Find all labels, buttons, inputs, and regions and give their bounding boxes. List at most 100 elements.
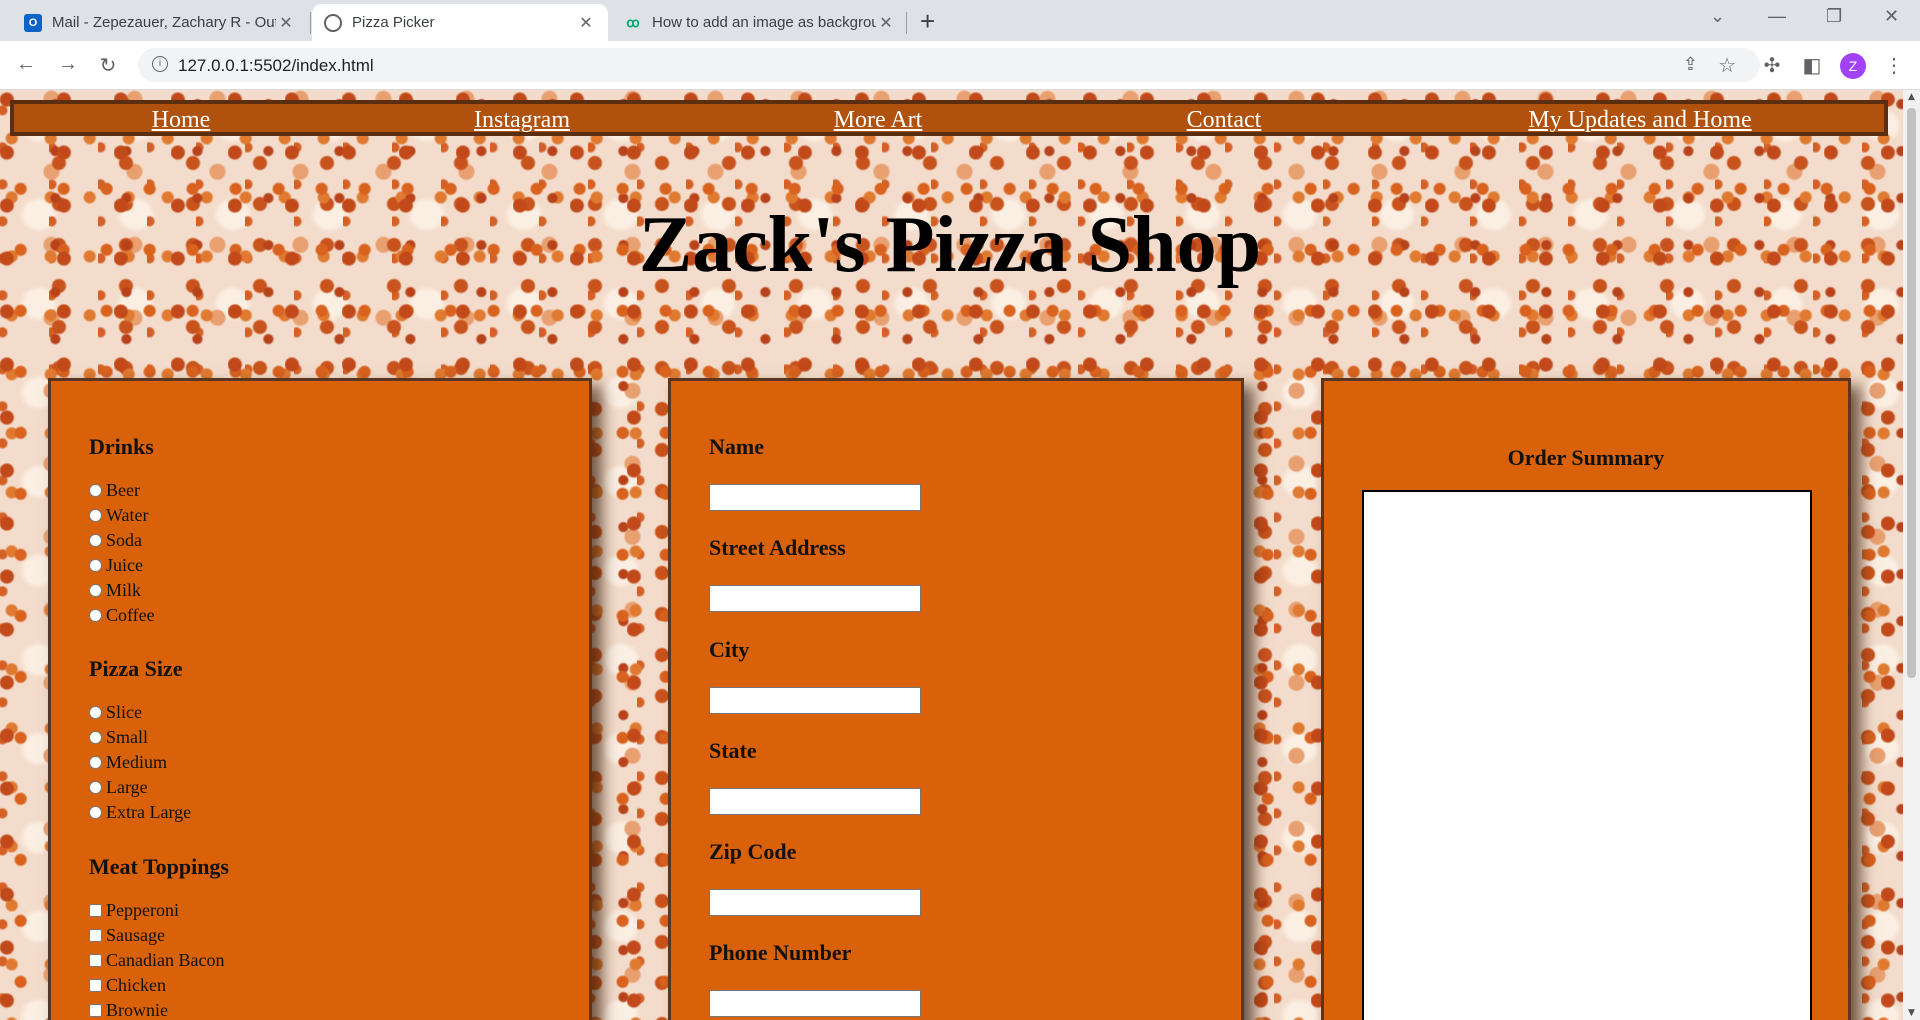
size-radio[interactable] <box>89 756 102 769</box>
drink-radio[interactable] <box>89 509 102 522</box>
order-summary-textarea[interactable] <box>1362 490 1812 1020</box>
drink-radio[interactable] <box>89 609 102 622</box>
meat-option[interactable]: Brownie <box>89 998 229 1020</box>
city-input[interactable] <box>709 687 921 714</box>
profile-avatar[interactable]: Z <box>1840 53 1866 79</box>
meat-option[interactable]: Pepperoni <box>89 898 229 923</box>
scroll-up-arrow-icon[interactable]: ▲ <box>1903 92 1920 102</box>
tab-title: Mail - Zepezauer, Zachary R - Outlook <box>52 14 276 31</box>
drink-option[interactable]: Milk <box>89 578 155 603</box>
size-option[interactable]: Slice <box>89 700 191 725</box>
pizza-size-section: Pizza Size Slice Small Medium Large Extr… <box>89 656 191 825</box>
meat-toppings-heading: Meat Toppings <box>89 854 229 879</box>
size-radio[interactable] <box>89 731 102 744</box>
nav-link-more-art[interactable]: More Art <box>834 107 923 134</box>
close-icon[interactable]: ✕ <box>876 13 896 33</box>
new-tab-icon[interactable]: + <box>920 6 935 37</box>
close-icon[interactable]: ✕ <box>576 13 596 33</box>
name-input[interactable] <box>709 484 921 511</box>
tab-separator <box>310 12 311 34</box>
scrollbar-thumb[interactable] <box>1907 108 1916 678</box>
minimize-icon[interactable]: — <box>1768 6 1786 27</box>
drink-radio[interactable] <box>89 559 102 572</box>
customer-info-panel: Name Street Address City State Zip Code … <box>668 378 1244 1020</box>
drinks-heading: Drinks <box>89 434 154 459</box>
meat-checkbox[interactable] <box>89 904 102 917</box>
meat-option[interactable]: Chicken <box>89 973 229 998</box>
meat-checkbox[interactable] <box>89 979 102 992</box>
url-text[interactable]: 127.0.0.1:5502/index.html <box>178 56 374 76</box>
meat-checkbox[interactable] <box>89 1004 102 1017</box>
phone-number-label: Phone Number <box>709 940 852 965</box>
meat-checkbox[interactable] <box>89 929 102 942</box>
size-option[interactable]: Medium <box>89 750 191 775</box>
tab-search-icon[interactable]: ⌄ <box>1710 6 1725 27</box>
tab-title: How to add an image as background <box>652 14 876 31</box>
page-scrollbar[interactable]: ▲ ▼ <box>1903 90 1920 1020</box>
meat-option[interactable]: Sausage <box>89 923 229 948</box>
drink-option[interactable]: Water <box>89 503 155 528</box>
meat-option[interactable]: Canadian Bacon <box>89 948 229 973</box>
drink-option[interactable]: Soda <box>89 528 155 553</box>
site-nav: Home Instagram More Art Contact My Updat… <box>10 100 1888 136</box>
drink-option[interactable]: Juice <box>89 553 155 578</box>
drink-radio[interactable] <box>89 584 102 597</box>
page-viewport: Home Instagram More Art Contact My Updat… <box>0 90 1920 1020</box>
street-address-input[interactable] <box>709 585 921 612</box>
bookmark-star-icon[interactable]: ☆ <box>1718 53 1736 78</box>
drink-radio[interactable] <box>89 484 102 497</box>
address-bar[interactable]: i 127.0.0.1:5502/index.html ⇪ ☆ <box>138 48 1760 82</box>
share-icon[interactable]: ⇪ <box>1683 54 1698 75</box>
nav-link-updates[interactable]: My Updates and Home <box>1528 107 1751 134</box>
size-option[interactable]: Extra Large <box>89 800 191 825</box>
tab-outlook[interactable]: O Mail - Zepezauer, Zachary R - Outlook … <box>12 4 308 41</box>
tab-title: Pizza Picker <box>352 14 435 31</box>
drinks-section: Drinks Beer Water Soda Juice Milk Coffee <box>89 434 155 628</box>
pizza-size-heading: Pizza Size <box>89 656 183 681</box>
state-input[interactable] <box>709 788 921 815</box>
meat-toppings-section: Meat Toppings Pepperoni Sausage Canadian… <box>89 854 229 1020</box>
city-label: City <box>709 637 750 662</box>
zip-code-input[interactable] <box>709 889 921 916</box>
meat-checkbox[interactable] <box>89 954 102 967</box>
reload-icon[interactable]: ↻ <box>96 53 120 78</box>
nav-link-instagram[interactable]: Instagram <box>474 107 570 134</box>
nav-link-home[interactable]: Home <box>152 107 211 134</box>
tab-w3schools[interactable]: ꝏ How to add an image as background ✕ <box>612 4 908 41</box>
side-panel-icon[interactable]: ◧ <box>1800 53 1824 78</box>
outlook-icon: O <box>24 13 42 32</box>
menu-kebab-icon[interactable]: ⋮ <box>1882 53 1906 78</box>
drink-radio[interactable] <box>89 534 102 547</box>
tab-bar: O Mail - Zepezauer, Zachary R - Outlook … <box>0 0 1920 41</box>
scroll-down-arrow-icon[interactable]: ▼ <box>1903 1008 1920 1018</box>
size-option[interactable]: Large <box>89 775 191 800</box>
order-summary-heading: Order Summary <box>1507 445 1665 470</box>
order-summary-panel: Order Summary <box>1321 378 1851 1020</box>
zip-code-label: Zip Code <box>709 839 797 864</box>
nav-link-contact[interactable]: Contact <box>1187 107 1262 134</box>
size-option[interactable]: Small <box>89 725 191 750</box>
options-panel: Drinks Beer Water Soda Juice Milk Coffee… <box>48 378 592 1020</box>
drink-option[interactable]: Coffee <box>89 603 155 628</box>
size-radio[interactable] <box>89 706 102 719</box>
state-label: State <box>709 738 757 763</box>
drink-option[interactable]: Beer <box>89 478 155 503</box>
size-radio[interactable] <box>89 806 102 819</box>
restore-icon[interactable]: ❐ <box>1826 6 1842 27</box>
browser-toolbar: ← → ↻ i 127.0.0.1:5502/index.html ⇪ ☆ ✣ … <box>0 41 1920 90</box>
phone-number-input[interactable] <box>709 990 921 1017</box>
globe-icon <box>324 13 342 32</box>
name-label: Name <box>709 434 764 459</box>
site-info-icon[interactable]: i <box>152 56 168 72</box>
close-icon[interactable]: ✕ <box>276 13 296 33</box>
w3schools-icon: ꝏ <box>626 14 640 30</box>
back-icon[interactable]: ← <box>14 53 38 76</box>
street-address-label: Street Address <box>709 535 846 560</box>
forward-icon[interactable]: → <box>56 53 80 76</box>
tab-separator <box>906 12 907 34</box>
tab-pizza-picker[interactable]: Pizza Picker ✕ <box>312 4 608 41</box>
window-close-icon[interactable]: ✕ <box>1884 6 1899 27</box>
page-title: Zack's Pizza Shop <box>638 201 1262 289</box>
size-radio[interactable] <box>89 781 102 794</box>
extensions-icon[interactable]: ✣ <box>1760 53 1784 78</box>
